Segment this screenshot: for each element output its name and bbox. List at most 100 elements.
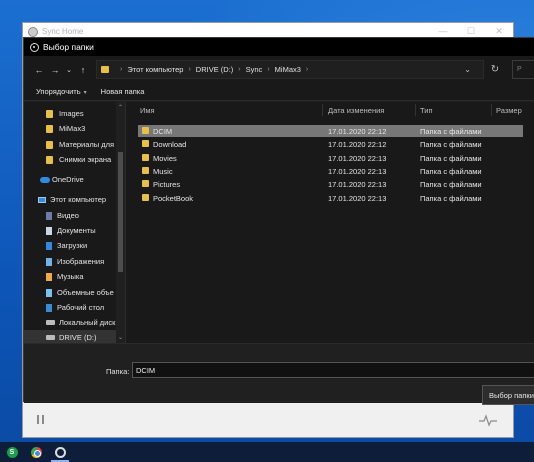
- column-divider[interactable]: [491, 104, 492, 116]
- sidebar-item[interactable]: Загрузки: [24, 238, 116, 253]
- organize-button[interactable]: Упорядочить ▾: [36, 87, 87, 96]
- file-modified: 17.01.2020 22:12: [328, 140, 387, 150]
- command-bar: Упорядочить ▾ Новая папка: [24, 83, 534, 101]
- file-name: Download: [153, 140, 187, 150]
- taskbar-app-s[interactable]: S: [0, 442, 24, 462]
- activity-icon[interactable]: [479, 413, 497, 427]
- file-name: Pictures: [153, 180, 181, 190]
- refresh-button[interactable]: ↻: [484, 64, 506, 75]
- breadcrumb-item[interactable]: Sync: [246, 65, 263, 74]
- scrollbar-thumb[interactable]: [118, 152, 123, 272]
- sidebar-item-label: Локальный диск: [59, 318, 116, 327]
- sidebar-item-label: Музыка: [57, 272, 84, 281]
- navigation-scrollbar[interactable]: ⌃ ⌄: [116, 102, 125, 343]
- pause-icon[interactable]: [36, 415, 46, 425]
- breadcrumb-item[interactable]: MiMax3: [275, 65, 301, 74]
- chevron-down-icon: ▾: [83, 90, 87, 96]
- file-row[interactable]: DCIM 17.01.2020 22:12 Папка с файлами: [138, 125, 523, 137]
- drive-icon: [46, 335, 55, 340]
- sidebar-item[interactable]: Снимки экрана: [24, 152, 116, 167]
- sidebar-item-label: DRIVE (D:): [59, 333, 97, 342]
- sidebar-item[interactable]: Объемные объе: [24, 285, 116, 300]
- sidebar-item[interactable]: Видео: [24, 208, 116, 223]
- sync-app-icon: [54, 446, 66, 458]
- address-bar[interactable]: › Этот компьютер › DRIVE (D:) › Sync › M…: [96, 60, 484, 79]
- computer-icon: [38, 196, 46, 203]
- downloads-library-icon: [46, 241, 52, 250]
- file-row[interactable]: Movies 17.01.2020 22:13 Папка с файлами: [138, 152, 523, 164]
- music-library-icon: [46, 272, 52, 281]
- taskbar: S: [0, 442, 534, 462]
- sidebar-item[interactable]: Материалы для: [24, 137, 116, 152]
- dialog-titlebar: Выбор папки: [24, 38, 534, 56]
- folder-icon: [142, 153, 149, 161]
- column-divider[interactable]: [415, 104, 416, 116]
- file-row[interactable]: PocketBook 17.01.2020 22:13 Папка с файлам…: [138, 192, 523, 204]
- sidebar-item-label: Этот компьютер: [50, 195, 107, 204]
- column-header-name[interactable]: Имя: [140, 106, 155, 115]
- sidebar-item[interactable]: MiMax3: [24, 121, 116, 136]
- file-type: Папка с файлами: [420, 140, 482, 150]
- column-header-type[interactable]: Тип: [420, 106, 433, 115]
- select-folder-button[interactable]: Выбор папки: [482, 385, 534, 405]
- back-button[interactable]: ←: [32, 65, 46, 75]
- documents-library-icon: [46, 226, 52, 235]
- sidebar-item[interactable]: Рабочий стол: [24, 300, 116, 315]
- file-name: Movies: [153, 153, 177, 163]
- column-divider[interactable]: [322, 104, 323, 116]
- column-headers: Имя Дата изменения Тип Размер: [126, 102, 534, 118]
- breadcrumb-separator-icon[interactable]: ›: [238, 66, 240, 73]
- file-modified: 17.01.2020 22:12: [328, 127, 387, 136]
- address-dropdown-icon[interactable]: ⌄: [464, 65, 483, 74]
- sidebar-item-label: OneDrive: [52, 175, 84, 184]
- file-name: Music: [153, 166, 173, 176]
- sidebar-item-label: Снимки экрана: [59, 155, 112, 164]
- column-header-size[interactable]: Размер: [496, 106, 522, 115]
- taskbar-chrome[interactable]: [24, 442, 48, 462]
- sidebar-item[interactable]: OneDrive: [24, 172, 116, 187]
- breadcrumb-item[interactable]: DRIVE (D:): [196, 65, 234, 74]
- organize-label: Упорядочить: [36, 87, 81, 96]
- file-row[interactable]: Download 17.01.2020 22:12 Папка с файлами: [138, 138, 523, 150]
- desktop-library-icon: [46, 303, 52, 312]
- up-button[interactable]: ↑: [76, 65, 90, 75]
- taskbar-sync-home[interactable]: [48, 442, 72, 462]
- file-name: DCIM: [153, 127, 173, 136]
- scroll-up-icon[interactable]: ⌃: [116, 104, 125, 111]
- breadcrumb-separator-icon[interactable]: ›: [267, 66, 269, 73]
- column-header-modified[interactable]: Дата изменения: [328, 106, 384, 115]
- folder-label: Папка:: [106, 367, 130, 376]
- scroll-down-icon[interactable]: ⌄: [116, 334, 125, 341]
- video-library-icon: [46, 211, 52, 220]
- breadcrumb-separator-icon[interactable]: ›: [188, 66, 190, 73]
- sidebar-item[interactable]: Изображения: [24, 254, 116, 269]
- search-input[interactable]: Р: [512, 60, 534, 79]
- sidebar-item-label: MiMax3: [59, 124, 86, 133]
- new-folder-button[interactable]: Новая папка: [101, 87, 145, 96]
- dialog-footer: Папка: Выбор папки: [24, 343, 534, 405]
- sidebar-item-label: Загрузки: [57, 241, 88, 250]
- app-icon: [28, 26, 38, 37]
- folder-icon: [46, 155, 53, 164]
- sidebar-item[interactable]: Документы: [24, 223, 116, 238]
- address-row: ← → ⌄ ↑ › Этот компьютер › DRIVE (D:) › …: [24, 56, 534, 83]
- file-row[interactable]: Pictures 17.01.2020 22:13 Папка с файлами: [138, 178, 523, 190]
- sidebar-item[interactable]: Музыка: [24, 269, 116, 284]
- folder-name-input[interactable]: [132, 362, 534, 378]
- file-row[interactable]: Music 17.01.2020 22:13 Папка с файлами: [138, 165, 523, 177]
- forward-button[interactable]: →: [48, 65, 62, 75]
- sidebar-item-label: Материалы для: [59, 140, 115, 149]
- file-modified: 17.01.2020 22:13: [328, 153, 387, 163]
- sidebar-item[interactable]: Локальный диск: [24, 315, 116, 330]
- breadcrumb-item[interactable]: Этот компьютер: [127, 65, 183, 74]
- app-bottom-bar: [23, 402, 513, 437]
- file-type: Папка с файлами: [420, 166, 482, 176]
- folder-icon: [142, 180, 149, 188]
- sidebar-item[interactable]: Images: [24, 106, 116, 121]
- sidebar-item[interactable]: Этот компьютер: [24, 192, 116, 207]
- file-modified: 17.01.2020 22:13: [328, 180, 387, 190]
- recent-locations-button[interactable]: ⌄: [64, 66, 74, 74]
- s-app-icon: S: [6, 446, 18, 458]
- breadcrumb-separator-icon[interactable]: ›: [120, 66, 122, 73]
- breadcrumb-separator-icon[interactable]: ›: [306, 66, 308, 73]
